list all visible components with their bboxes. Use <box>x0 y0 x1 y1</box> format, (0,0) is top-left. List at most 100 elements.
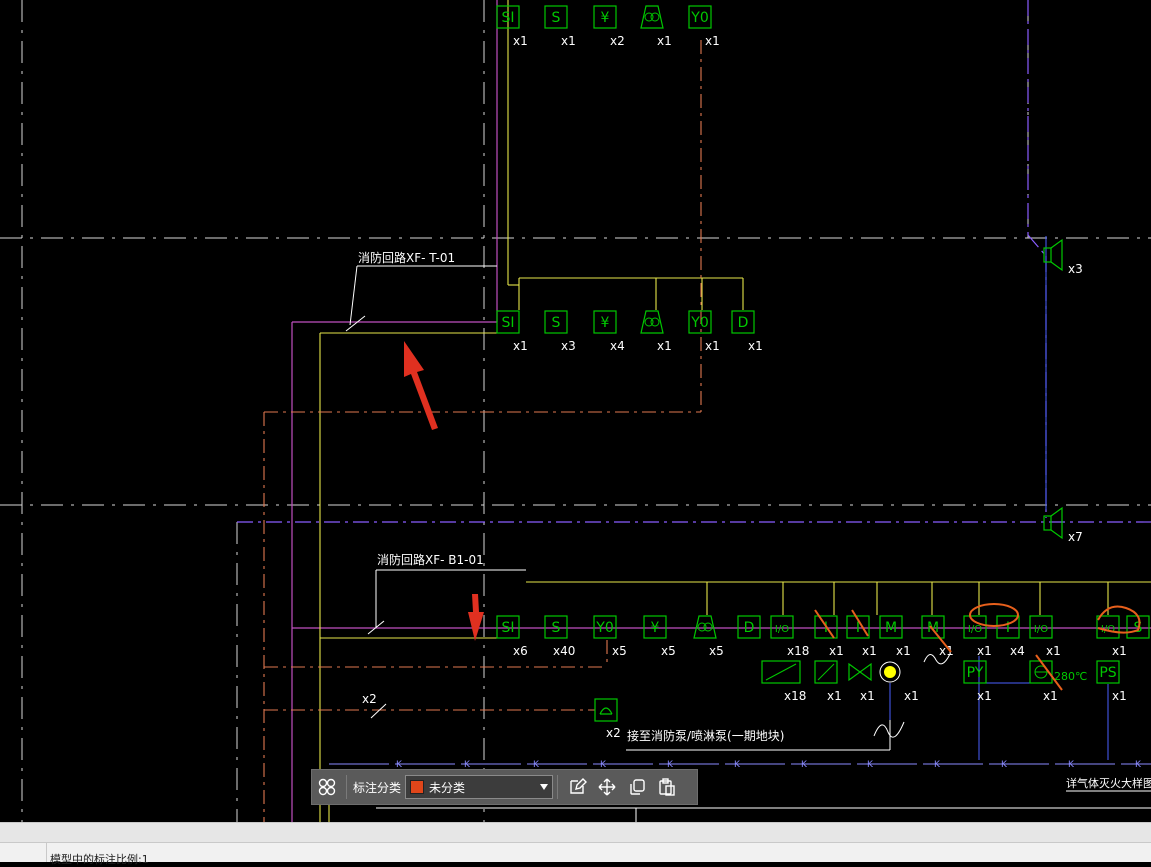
device-count-12: x4 <box>1010 644 1025 658</box>
device-count-4: x1 <box>705 34 720 48</box>
telephone-count: x2 <box>606 726 621 740</box>
svg-text:K: K <box>1135 760 1142 770</box>
device-count-low-4: x1 <box>977 689 992 703</box>
temperature-label: 280℃ <box>1054 670 1087 683</box>
svg-text:K: K <box>934 760 941 770</box>
device-symbol-ps-101: PS <box>1096 660 1120 684</box>
annotation-arrow-upper <box>404 341 438 430</box>
device-symbol-s-1: S <box>544 615 568 639</box>
toolbar-separator <box>557 775 559 799</box>
device-count-14: x1 <box>1112 644 1127 658</box>
orange-dash-lines <box>263 40 702 822</box>
device-symbol-y-3: ¥ <box>643 615 667 639</box>
svg-text:K: K <box>867 760 874 770</box>
svg-text:S: S <box>552 10 561 26</box>
device-count-0: x1 <box>513 34 528 48</box>
grid-icon[interactable] <box>312 772 342 802</box>
svg-text:SI: SI <box>501 10 514 26</box>
svg-text:K: K <box>1001 760 1008 770</box>
x2-left-count: x2 <box>362 692 377 706</box>
device-symbol-io-13: I/O <box>1029 615 1053 639</box>
device-symbol-y0-4: Y0 <box>688 5 712 29</box>
speaker-icon-bottom <box>1043 506 1063 540</box>
device-count-13: x1 <box>1046 644 1061 658</box>
circuit-label-b101: 消防回路XF- B1-01 <box>377 552 484 567</box>
device-count-2: x2 <box>610 34 625 48</box>
svg-text:D: D <box>744 620 755 636</box>
speaker-count-bottom: x7 <box>1068 530 1083 544</box>
device-symbol-io-6: I/O <box>770 615 794 639</box>
svg-text:SI: SI <box>501 620 514 636</box>
svg-text:K: K <box>801 760 808 770</box>
device-row-middle: SI S ¥ Y0 Dx1 x3 x4 x1 x1 x1 <box>496 310 763 353</box>
svg-text:I/O: I/O <box>968 624 982 635</box>
device-count-6: x18 <box>787 644 809 658</box>
horizontal-scrollbar-area[interactable] <box>0 822 1151 843</box>
device-count-9: x1 <box>896 644 911 658</box>
svg-text:K: K <box>734 760 741 770</box>
category-label: 标注分类 <box>353 780 402 795</box>
device-count-11: x1 <box>977 644 992 658</box>
device-count-1: x40 <box>553 644 575 658</box>
device-symbol-hydrant-3 <box>640 310 664 334</box>
yellow-wiring <box>319 0 1151 822</box>
device-symbol-hydrant-3 <box>640 5 664 29</box>
detail-note: 详气体灭火大样图 <box>1066 776 1151 790</box>
device-count-low-6: x1 <box>1112 689 1127 703</box>
device-count-low-3: x1 <box>904 689 919 703</box>
svg-text:SI: SI <box>501 315 514 331</box>
annotation-toolbar: 标注分类 未分类 <box>311 769 698 805</box>
svg-text:I/O: I/O <box>1034 624 1048 635</box>
device-symbol-io-11: I/O <box>963 615 987 639</box>
device-symbol-y-2: ¥ <box>593 310 617 334</box>
category-color-swatch <box>410 780 425 794</box>
device-count-low-1: x1 <box>827 689 842 703</box>
circuit-label-t01: 消防回路XF- T-01 <box>358 250 455 265</box>
device-symbol-m-9: M <box>879 615 903 639</box>
device-symbol-y0-2: Y0 <box>593 615 617 639</box>
device-count-2: x5 <box>612 644 627 658</box>
device-count-low-2: x1 <box>860 689 875 703</box>
device-symbol-si-0: SI <box>496 615 520 639</box>
svg-text:¥: ¥ <box>651 620 660 636</box>
pump-note: 接至消防泵/喷淋泵(一期地块) <box>627 728 784 743</box>
device-symbol-d-5: D <box>731 310 755 334</box>
svg-text:I/O: I/O <box>775 624 789 635</box>
device-count-8: x1 <box>862 644 877 658</box>
svg-text:PY: PY <box>967 665 984 681</box>
svg-text:¥: ¥ <box>601 10 610 26</box>
device-symbol-s-1: S <box>544 310 568 334</box>
svg-text:K: K <box>1068 760 1075 770</box>
valve-icon <box>848 662 872 682</box>
category-select[interactable]: 未分类 <box>405 775 554 799</box>
edit-icon[interactable] <box>562 772 592 802</box>
device-symbol-y0-4: Y0 <box>688 310 712 334</box>
device-count-3: x1 <box>657 339 672 353</box>
paste-icon[interactable] <box>652 772 682 802</box>
device-count-1: x1 <box>561 34 576 48</box>
device-row-top: SI S ¥ Y0 x1 x1 x2 x1 x1 <box>496 5 720 48</box>
move-icon[interactable] <box>592 772 622 802</box>
device-count-2: x4 <box>610 339 625 353</box>
device-count-5: x1 <box>748 339 763 353</box>
device-symbol-hydrant-4 <box>693 615 717 639</box>
device-count-0: x6 <box>513 644 528 658</box>
magenta-wiring <box>291 0 1151 822</box>
device-symbol-m-10: M <box>921 615 945 639</box>
speaker-icon-top <box>1043 238 1063 272</box>
device-symbol-y-2: ¥ <box>593 5 617 29</box>
device-count-1: x3 <box>561 339 576 353</box>
speaker-count-top: x3 <box>1068 262 1083 276</box>
device-symbol-py-100: PY <box>963 660 987 684</box>
copy-icon[interactable] <box>622 772 652 802</box>
telephone-icon <box>594 698 618 722</box>
device-count-7: x1 <box>829 644 844 658</box>
device-count-3: x1 <box>657 34 672 48</box>
device-count-4: x1 <box>705 339 720 353</box>
device-symbol-d-5: D <box>737 615 761 639</box>
device-symbol-si-0: SI <box>496 5 520 29</box>
cad-drawing-canvas[interactable]: K K K K K K K K K K K K SI S ¥ Y0x1 x1 x2 x1 x1… <box>0 0 1151 822</box>
lamp-icon <box>884 666 896 678</box>
chevron-down-icon <box>540 784 549 790</box>
device-count-4: x5 <box>709 644 724 658</box>
